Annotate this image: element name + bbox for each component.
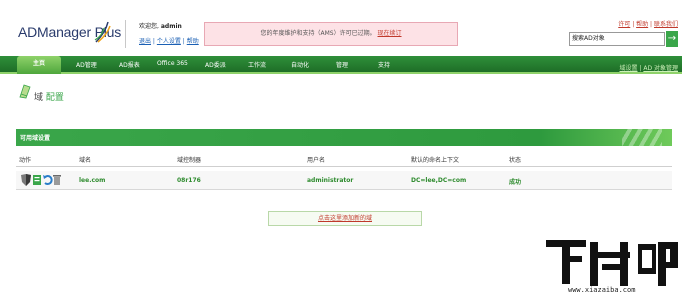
cell-naming-context: DC=lee,DC=com	[411, 177, 467, 184]
header-divider	[125, 20, 126, 48]
breadcrumb: 域 配置	[34, 90, 64, 103]
cell-domain-name[interactable]: lee.com	[79, 177, 105, 184]
header-divider-line	[16, 166, 672, 167]
row-divider-line	[16, 189, 672, 190]
shield-icon[interactable]	[21, 174, 31, 186]
watermark-url: www.xiazaiba.com	[568, 286, 636, 294]
username: admin	[160, 23, 182, 30]
refresh-icon[interactable]	[43, 175, 53, 185]
main-nav-bar: 主页 AD管理 AD报表 Office 365 AD委派 工作流 自动化 管理 …	[0, 56, 682, 74]
search-go-button[interactable]: →	[666, 31, 678, 47]
tab-home[interactable]: 主页	[17, 56, 61, 74]
renew-now-link[interactable]: 现在续订	[378, 30, 402, 37]
tab-workflow[interactable]: 工作流	[248, 60, 266, 69]
help-link[interactable]: 帮助	[187, 38, 199, 45]
col-header-domain-name: 域名	[79, 157, 92, 164]
nav-right-links: 域设置 | AD 对象管理	[619, 65, 679, 72]
col-header-naming-context: 默认的命名上下文	[411, 157, 460, 164]
welcome-text: 欢迎您, admin	[139, 21, 182, 30]
top-links: 许可 | 帮助 | 联系我们	[618, 21, 678, 28]
contact-us-link[interactable]: 联系我们	[654, 21, 678, 28]
cell-username: administrator	[307, 177, 354, 184]
breadcrumb-config: 配置	[45, 93, 64, 103]
user-links: 退出 | 个人设置 | 帮助	[139, 38, 199, 45]
domain-settings-link[interactable]: 域设置	[620, 65, 638, 72]
license-link[interactable]: 许可	[618, 21, 630, 28]
col-header-actions: 动作	[19, 157, 32, 164]
personal-settings-link[interactable]: 个人设置	[157, 38, 181, 45]
available-domains-panel-header: 可用域设置	[16, 129, 672, 146]
tab-support[interactable]: 支持	[378, 60, 390, 69]
header-stripes-decoration	[622, 129, 662, 146]
tab-office-365[interactable]: Office 365	[157, 60, 188, 67]
edit-icon[interactable]	[33, 175, 41, 185]
logo-swoosh-icon	[94, 21, 111, 43]
ams-expired-alert: 您的年度维护和支持（AMS）许可已过期。 现在续订	[204, 22, 458, 46]
panel-title: 可用域设置	[20, 135, 51, 142]
tab-ad-reports[interactable]: AD报表	[119, 60, 140, 69]
welcome-prefix: 欢迎您,	[139, 23, 159, 30]
tab-admin[interactable]: 管理	[336, 60, 348, 69]
logout-link[interactable]: 退出	[139, 38, 151, 45]
tab-ad-delegation[interactable]: AD委派	[205, 60, 226, 69]
row-action-icons	[21, 174, 61, 186]
tab-ad-management[interactable]: AD管理	[76, 60, 97, 69]
ad-object-management-link[interactable]: AD 对象管理	[643, 65, 678, 72]
help-top-link[interactable]: 帮助	[636, 21, 648, 28]
tab-automation[interactable]: 自动化	[291, 60, 309, 69]
col-header-status: 状态	[509, 157, 522, 164]
col-header-username: 用户名	[307, 157, 326, 164]
breadcrumb-domain: 域	[34, 93, 44, 103]
cell-status: 成功	[509, 179, 522, 186]
alert-text: 您的年度维护和支持（AMS）许可已过期。	[260, 30, 376, 37]
cell-domain-controller: 08r176	[177, 177, 201, 184]
domain-config-icon	[19, 84, 31, 99]
search-input[interactable]: 搜索AD对象	[569, 32, 665, 46]
col-header-domain-controller: 域控制器	[177, 157, 202, 164]
admanager-domain-settings-page: ADManager Plus 欢迎您, admin 退出 | 个人设置 | 帮助…	[0, 0, 682, 298]
add-new-domain-button[interactable]: 点击这里添加新的域	[268, 211, 422, 226]
delete-icon[interactable]	[53, 175, 61, 185]
